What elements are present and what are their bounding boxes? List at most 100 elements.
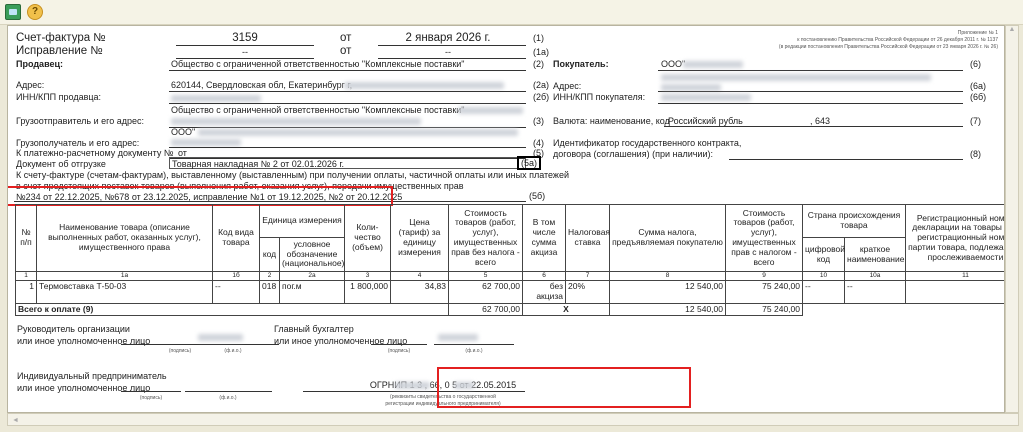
shipper-name: Общество с ограниченной ответственностью…: [171, 105, 465, 115]
currency-code: , 643: [810, 116, 831, 126]
sign-caption: (подпись): [387, 348, 411, 354]
cell-name: Термовставка Т-50-03: [36, 280, 213, 304]
fio-caption: (ф.и.о.): [465, 348, 483, 354]
header-unit-name: условное обозначение (национальное): [279, 237, 345, 272]
column-numbers-row: 1 1а 1б 2 2а 3 4 5 6 7 8 9 10 10а 11: [15, 271, 1004, 281]
code: (1а): [533, 47, 550, 57]
correction-date: --: [445, 47, 451, 57]
code-5a-selected[interactable]: (5а): [517, 156, 542, 170]
correction-number: --: [242, 47, 248, 57]
save-icon[interactable]: [5, 4, 21, 20]
code: (1): [533, 33, 544, 43]
col-num: 6: [522, 271, 566, 281]
consignee-label: Грузополучатель и его адрес:: [16, 138, 140, 148]
header-country-name: краткое наименование: [844, 237, 906, 272]
col-num: 8: [609, 271, 726, 281]
cell-kind: --: [212, 280, 260, 304]
shipment-doc: Товарная накладная № 2 от 02.01.2026 г.: [172, 159, 345, 169]
contract-label: Идентификатор государственного контракта…: [553, 138, 742, 148]
code: (6): [970, 59, 981, 69]
header-kind: Код вида товара: [212, 204, 260, 272]
header-total: Стоимость товаров (работ, услуг), имущес…: [725, 204, 803, 272]
col-num: 11: [905, 271, 1004, 281]
seller-name: Общество с ограниченной ответственностью…: [171, 59, 465, 69]
header-excise: В том числе сумма акциза: [522, 204, 566, 272]
header-country-code: цифровой код: [802, 237, 845, 272]
shipment-doc-field[interactable]: Товарная накладная № 2 от 02.01.2026 г.: [169, 157, 526, 169]
cell-total: 75 240,00: [725, 280, 803, 304]
col-num: 1а: [36, 271, 213, 281]
appendix-note: Приложение № 1 к постановлению Правитель…: [779, 30, 998, 51]
appendix-line: Приложение № 1: [957, 30, 998, 36]
invoice-number: 3159: [232, 32, 258, 44]
help-icon[interactable]: ?: [27, 4, 43, 20]
total-tax: 12 540,00: [609, 302, 726, 317]
code: (2б): [533, 92, 550, 102]
invoice-date: 2 января 2026 г.: [405, 32, 491, 44]
code: (8): [970, 149, 981, 159]
cell-declaration: [905, 280, 1004, 304]
col-num: 1б: [212, 271, 260, 281]
header-n: № п/п: [15, 204, 37, 272]
invoice-label: Счет-фактура №: [16, 32, 106, 44]
total-sum: 62 700,00: [448, 302, 523, 317]
appendix-line: к постановлению Правительства Российской…: [797, 37, 998, 43]
cell-country-name: --: [844, 280, 906, 304]
cell-rate: 20%: [565, 280, 610, 304]
seller-address-label: Адрес:: [16, 80, 45, 90]
col-num: 9: [725, 271, 803, 281]
total-excise: X: [522, 302, 610, 317]
appendix-line: (в редакции постановления Правительства …: [778, 44, 998, 50]
seller-label: Продавец:: [16, 59, 64, 69]
vertical-scrollbar[interactable]: ▲: [1005, 25, 1019, 413]
header-country: Страна происхождения товара: [802, 204, 906, 238]
ot-label: от: [340, 45, 352, 57]
contract-label: договора (соглашения) (при наличии):: [553, 149, 713, 159]
cell-n: 1: [15, 280, 37, 304]
code: (6б): [970, 92, 987, 102]
shipment-doc-label: Документ об отгрузке: [16, 159, 106, 169]
header-unit: Единица измерения: [259, 204, 345, 238]
code: (7): [970, 116, 981, 126]
header-qty: Коли-чество (объем): [344, 204, 391, 272]
seller-address: 620144, Свердловская обл, Екатеринбург г…: [171, 80, 353, 90]
col-num: 2а: [279, 271, 345, 281]
header-unit-code: код: [259, 237, 280, 272]
col-num: 1: [15, 271, 37, 281]
code: (3): [533, 116, 544, 126]
code: (6а): [970, 81, 987, 91]
accountant-label: Главный бухгалтер: [274, 324, 354, 334]
header-declaration: Регистрационный номер декларации на това…: [905, 204, 1004, 272]
table-row: 1 Термовставка Т-50-03 -- 018 пог.м 1 80…: [15, 280, 1004, 304]
invoice-document: Счет-фактура № 3159 от 2 января 2026 г. …: [7, 25, 1005, 413]
correction-label: Исправление №: [16, 45, 103, 57]
total-total: 75 240,00: [725, 302, 803, 317]
head-label: Руководитель организации: [17, 324, 130, 334]
horizontal-scrollbar[interactable]: ◄: [7, 413, 1019, 426]
cell-tax: 12 540,00: [609, 280, 726, 304]
header-sum: Стоимость товаров (работ, услуг), имущес…: [448, 204, 523, 272]
consignee-name: ООО": [171, 127, 196, 137]
total-row: Всего к оплате (9) 62 700,00 X 12 540,00…: [15, 302, 1004, 317]
buyer-name: ООО": [661, 59, 686, 69]
shipper-label: Грузоотправитель и его адрес:: [16, 116, 144, 126]
highlight-box: [8, 186, 393, 206]
cell-sum: 62 700,00: [448, 280, 523, 304]
header-price: Цена (тариф) за единицу измерения: [390, 204, 449, 272]
cell-excise: без акциза: [522, 280, 566, 304]
cell-unit: пог.м: [279, 280, 345, 304]
fio-caption: (ф.и.о.): [219, 395, 237, 401]
seller-inn-label: ИНН/КПП продавца:: [16, 92, 102, 102]
fio-caption: (ф.и.о.): [224, 348, 242, 354]
buyer-label: Покупатель:: [553, 59, 609, 69]
cell-country-code: --: [802, 280, 845, 304]
ip-label: Индивидуальный предприниматель: [17, 371, 167, 381]
col-num: 2: [259, 271, 280, 281]
col-num: 10: [802, 271, 845, 281]
col-num: 10а: [844, 271, 906, 281]
buyer-inn-label: ИНН/КПП покупателя:: [553, 92, 646, 102]
header-tax: Сумма налога, предъявляемая покупателю: [609, 204, 726, 272]
highlight-box: [437, 367, 691, 408]
buyer-address-label: Адрес:: [553, 81, 582, 91]
items-table: № п/п Наименование товара (описание выпо…: [15, 204, 1004, 317]
